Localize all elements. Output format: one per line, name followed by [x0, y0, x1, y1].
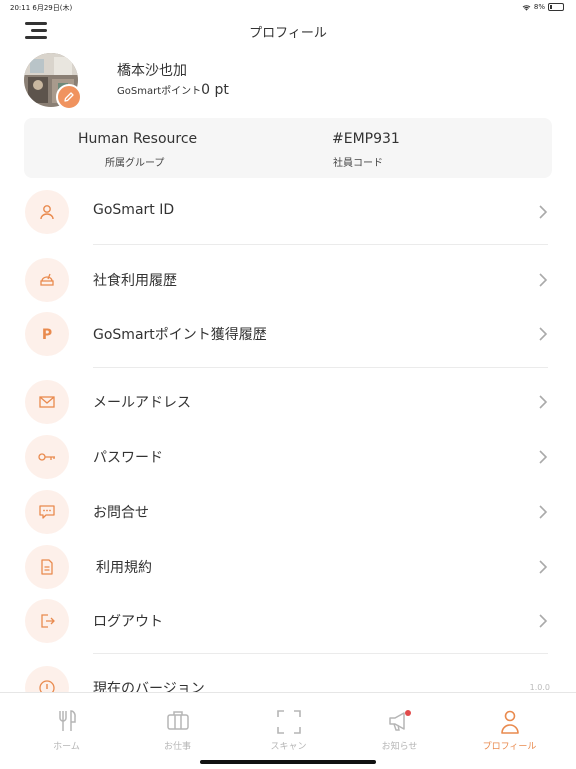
profile-header: 橋本沙也加 GoSmartポイント0 pt: [0, 48, 576, 114]
points-p-icon: P: [42, 327, 52, 343]
group-value: Human Resource: [78, 131, 198, 147]
battery-icon: [548, 3, 564, 11]
menu-item-label: GoSmart ID: [93, 202, 175, 218]
tab-label: スキャン: [270, 742, 307, 752]
battery-percent: 8%: [533, 3, 545, 11]
status-time: 20:11 6月29日(木): [10, 4, 73, 12]
chevron-right-icon: [539, 505, 548, 519]
points-label: GoSmartポイント: [117, 86, 202, 97]
employee-info-card: Human Resource 所属グループ #EMP931 社員コード: [24, 118, 552, 178]
menu-item-label: お問合せ: [93, 505, 149, 521]
menu-item-label: GoSmartポイント獲得履歴: [93, 327, 267, 343]
divider: [93, 367, 548, 368]
chat-icon: [39, 505, 55, 519]
chevron-right-icon: [539, 560, 548, 574]
document-icon: [41, 559, 53, 575]
tab-home[interactable]: ホーム: [9, 693, 124, 755]
tab-label: ホーム: [53, 742, 80, 752]
svg-text:P: P: [42, 327, 52, 343]
chevron-right-icon: [539, 614, 548, 628]
menu-item-label: 社食利用履歴: [93, 273, 177, 289]
status-indicators: 8%: [522, 3, 564, 11]
points-icon-bg: P: [25, 312, 69, 356]
chevron-right-icon: [539, 273, 548, 287]
points-summary: GoSmartポイント0 pt: [117, 82, 229, 98]
tab-icon-wrap: [231, 709, 346, 737]
divider: [93, 653, 548, 654]
tab-label: お仕事: [163, 742, 191, 752]
employee-code-label: 社員コード: [333, 158, 383, 169]
menu-item-label: ログアウト: [93, 614, 163, 630]
menu-item-logout[interactable]: ログアウト: [0, 599, 576, 643]
status-bar: 20:11 6月29日(木) 8%: [0, 0, 576, 16]
chat-icon-bg: [25, 490, 69, 534]
logout-icon: [41, 614, 55, 628]
home-indicator[interactable]: [200, 760, 376, 764]
chevron-right-icon: [539, 205, 548, 219]
nav-bar: プロフィール: [0, 16, 576, 46]
meal-icon: [40, 273, 54, 286]
logout-icon-bg: [25, 599, 69, 643]
key-icon: [38, 453, 55, 461]
mail-icon-bg: [25, 380, 69, 424]
points-value: 0 pt: [201, 82, 229, 98]
menu-item-terms[interactable]: 利用規約: [0, 545, 576, 589]
tab-jobs[interactable]: お仕事: [120, 693, 235, 755]
tab-icon-wrap: [452, 709, 567, 737]
person-icon: [40, 205, 54, 220]
chevron-right-icon: [539, 450, 548, 464]
chevron-right-icon: [539, 327, 548, 341]
edit-avatar-button[interactable]: [56, 84, 82, 110]
person-icon: [500, 710, 519, 734]
tab-icon-wrap: [342, 709, 457, 737]
chevron-right-icon: [539, 395, 548, 409]
employee-code-value: #EMP931: [332, 131, 400, 147]
key-icon-bg: [25, 435, 69, 479]
menu-item-points-history[interactable]: P GoSmartポイント獲得履歴: [0, 312, 576, 356]
group-label: 所属グループ: [105, 158, 165, 169]
divider: [93, 244, 548, 245]
person-icon-bg: [25, 190, 69, 234]
menu-item-email[interactable]: メールアドレス: [0, 380, 576, 424]
tab-icon-wrap: [120, 709, 235, 737]
menu-item-label: メールアドレス: [93, 395, 191, 411]
bottom-tab-bar: ホーム お仕事 スキャン お知らせ プロフィール: [0, 692, 576, 769]
briefcase-icon: [166, 711, 189, 730]
menu-item-contact[interactable]: お問合せ: [0, 490, 576, 534]
menu-item-label: パスワード: [93, 450, 163, 466]
document-icon-bg: [25, 545, 69, 589]
page-title: プロフィール: [249, 26, 327, 41]
menu-item-gosmart-id[interactable]: GoSmart ID: [0, 190, 576, 234]
scan-icon: [276, 710, 301, 734]
user-name: 橋本沙也加: [117, 63, 187, 79]
menu-item-label: 利用規約: [96, 560, 152, 576]
menu-item-password[interactable]: パスワード: [0, 435, 576, 479]
tab-label: プロフィール: [482, 742, 537, 752]
tab-label: お知らせ: [381, 742, 418, 752]
megaphone-icon: [388, 710, 411, 731]
pencil-icon: [64, 92, 74, 102]
tab-profile[interactable]: プロフィール: [452, 693, 567, 755]
app-version: 1.0.0: [529, 683, 550, 692]
menu-item-meal-history[interactable]: 社食利用履歴: [0, 258, 576, 302]
meal-icon-bg: [25, 258, 69, 302]
fork-knife-icon: [58, 710, 76, 731]
tab-notifications[interactable]: お知らせ: [342, 693, 457, 755]
tab-scan[interactable]: スキャン: [231, 693, 346, 755]
mail-icon: [39, 396, 55, 408]
tab-icon-wrap: [9, 709, 124, 737]
wifi-icon: [522, 4, 531, 11]
